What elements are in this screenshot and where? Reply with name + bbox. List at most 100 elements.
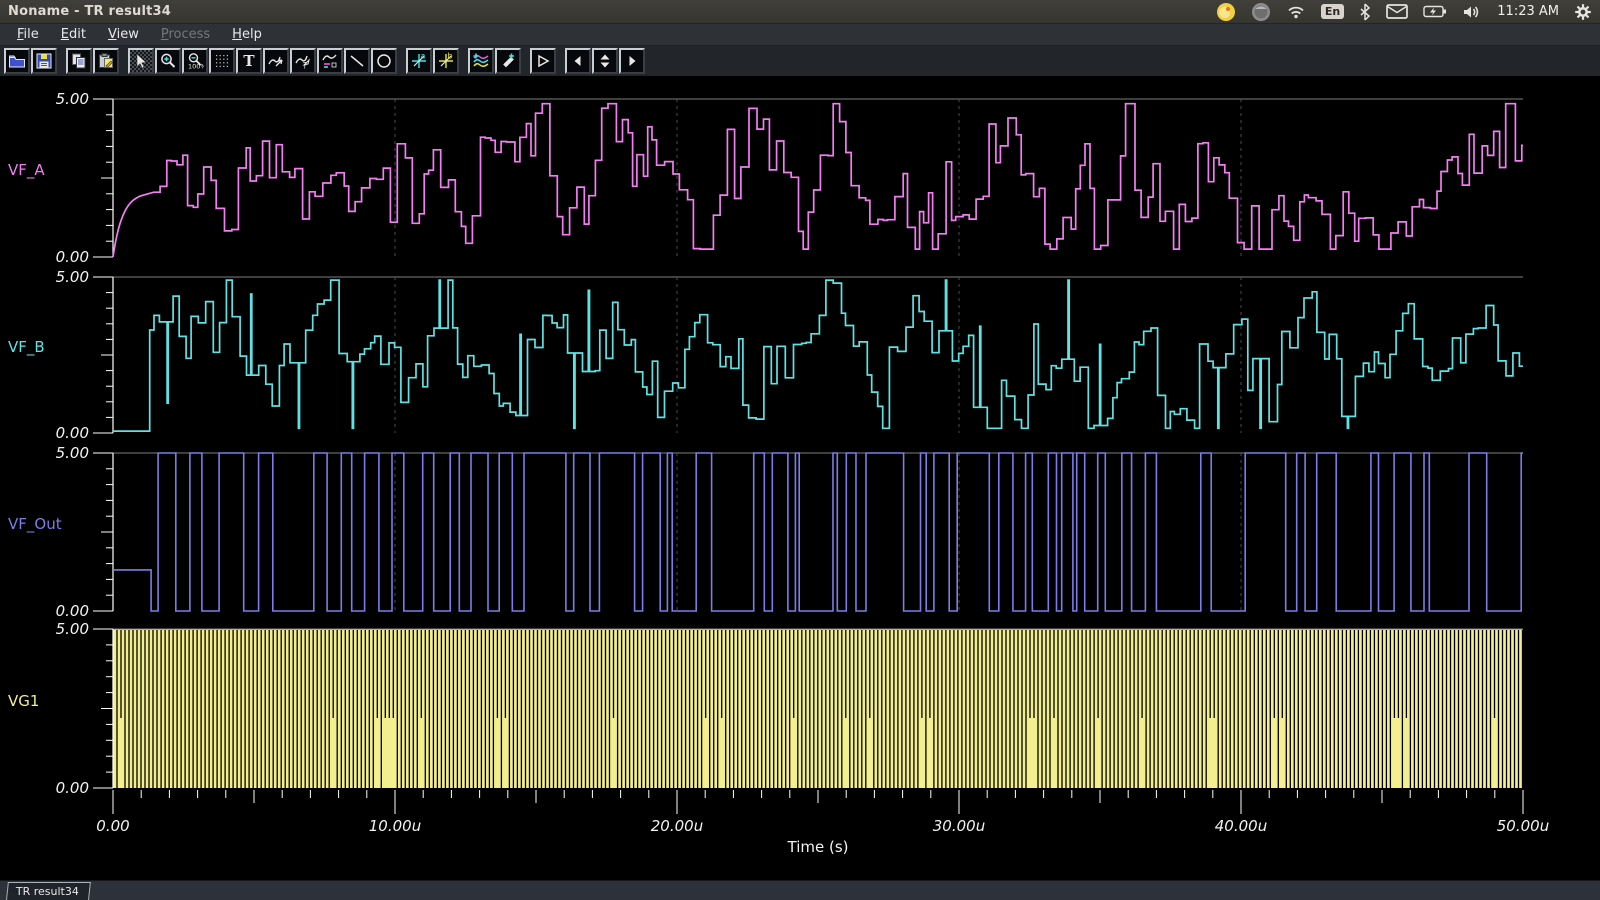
probe-icon bbox=[499, 52, 517, 70]
paste-icon bbox=[97, 52, 115, 70]
x-tick-label: 40.00u bbox=[1215, 817, 1267, 835]
y-label-bottom: 0.00 bbox=[56, 602, 89, 620]
curve-list-button[interactable] bbox=[317, 48, 343, 74]
menu-edit[interactable]: Edit bbox=[52, 26, 95, 43]
zoom-100-icon: 100% bbox=[186, 52, 204, 70]
y-label-top: 5.00 bbox=[56, 90, 89, 108]
toolbar-group bbox=[565, 48, 645, 74]
save-button[interactable] bbox=[31, 48, 57, 74]
arrow-right-icon bbox=[623, 52, 641, 70]
y-label-bottom: 0.00 bbox=[56, 424, 89, 442]
ellipse-tool-button[interactable] bbox=[371, 48, 397, 74]
toolbar-group: 100% T? bbox=[128, 48, 397, 74]
edit-curve-button[interactable] bbox=[263, 48, 289, 74]
curve-edit-icon bbox=[267, 52, 285, 70]
panel-VF_B: 5.00 0.00 VF_B bbox=[8, 268, 1523, 442]
svg-text:b: b bbox=[448, 52, 453, 61]
grid-icon bbox=[213, 52, 231, 70]
x-tick-label: 20.00u bbox=[651, 817, 703, 835]
y-label-bottom: 0.00 bbox=[56, 779, 89, 797]
add-curves-button[interactable] bbox=[468, 48, 494, 74]
probe-button[interactable] bbox=[495, 48, 521, 74]
arrow-left-icon bbox=[569, 52, 587, 70]
paste-button[interactable] bbox=[93, 48, 119, 74]
system-tray: En 11:23 AM bbox=[1216, 2, 1592, 22]
status-sphere-icon[interactable] bbox=[1251, 2, 1271, 22]
cursor-a-button[interactable]: a bbox=[406, 48, 432, 74]
floppy-icon bbox=[35, 52, 53, 70]
curve-list-icon bbox=[321, 52, 339, 70]
svg-text:T: T bbox=[243, 52, 255, 70]
zoom-in-button[interactable] bbox=[155, 48, 181, 74]
tab-label: TR result34 bbox=[16, 885, 79, 898]
copy-button[interactable] bbox=[66, 48, 92, 74]
trace-VG1 bbox=[114, 630, 1523, 789]
trace-VF_Out bbox=[113, 453, 1523, 611]
waveform-plot-area[interactable]: 5.000.00VF_A5.000.00VF_B5.000.00VF_Out5.… bbox=[0, 77, 1600, 880]
line-tool-button[interactable] bbox=[344, 48, 370, 74]
battery-icon[interactable] bbox=[1423, 5, 1447, 18]
x-tick-label: 10.00u bbox=[369, 817, 421, 835]
open-file-button[interactable] bbox=[4, 48, 30, 74]
waveform-canvas[interactable]: 5.000.00VF_A5.000.00VF_B5.000.00VF_Out5.… bbox=[0, 77, 1600, 883]
copy-icon bbox=[70, 52, 88, 70]
x-tick-label: 0.00 bbox=[96, 817, 129, 835]
mail-icon[interactable] bbox=[1386, 4, 1408, 19]
toolbar-group bbox=[4, 48, 57, 74]
cursor-icon bbox=[132, 52, 150, 70]
toolbar-group bbox=[468, 48, 521, 74]
run-icon bbox=[534, 52, 552, 70]
messenger-app-icon[interactable] bbox=[1216, 2, 1236, 22]
toolbar: 100%T?ab bbox=[0, 46, 1600, 77]
text-tool-button[interactable]: T bbox=[236, 48, 262, 74]
menu-view[interactable]: View bbox=[99, 26, 148, 43]
query-curve-button[interactable]: ? bbox=[290, 48, 316, 74]
select-cursor-button[interactable] bbox=[128, 48, 154, 74]
tab-tr-result34[interactable]: TR result34 bbox=[6, 882, 91, 900]
y-label-top: 5.00 bbox=[56, 268, 89, 286]
menu-file[interactable]: File bbox=[8, 26, 48, 43]
y-label-bottom: 0.00 bbox=[56, 248, 89, 266]
toolbar-group: ab bbox=[406, 48, 459, 74]
folder-icon bbox=[8, 52, 26, 70]
y-label-top: 5.00 bbox=[56, 444, 89, 462]
wifi-icon[interactable] bbox=[1286, 4, 1306, 20]
svg-text:a: a bbox=[421, 52, 426, 61]
signal-label-VF_B: VF_B bbox=[8, 338, 45, 357]
scroll-updown-button[interactable] bbox=[592, 48, 618, 74]
signal-label-VF_Out: VF_Out bbox=[8, 515, 62, 534]
curve-query-icon: ? bbox=[294, 52, 312, 70]
trace-VF_A bbox=[113, 104, 1523, 257]
keyboard-layout-badge[interactable]: En bbox=[1321, 4, 1344, 19]
session-gear-icon[interactable] bbox=[1574, 3, 1592, 21]
cursor-b-icon: b bbox=[437, 52, 455, 70]
scroll-left-button[interactable] bbox=[565, 48, 591, 74]
signal-label-VG1: VG1 bbox=[8, 692, 39, 710]
panel-VF_Out: 5.00 0.00 VF_Out bbox=[8, 444, 1523, 620]
window-title: Noname - TR result34 bbox=[8, 4, 171, 19]
menubar: FileEditViewProcessHelp bbox=[0, 24, 1600, 46]
bluetooth-icon[interactable] bbox=[1359, 3, 1371, 21]
x-axis-title: Time (s) bbox=[787, 838, 849, 856]
menu-help[interactable]: Help bbox=[223, 26, 271, 43]
text-tool-icon: T bbox=[240, 52, 258, 70]
panel-VG1: 5.000.00VG1 bbox=[8, 620, 1523, 797]
zoom-100-button[interactable]: 100% bbox=[182, 48, 208, 74]
trace-VF_B bbox=[113, 280, 1523, 431]
clock-text[interactable]: 11:23 AM bbox=[1497, 4, 1559, 19]
run-button[interactable] bbox=[530, 48, 556, 74]
panel-VF_A: 5.00 0.00 VF_A bbox=[8, 90, 1523, 266]
time-axis: 0.00 10.00u 20.00u 30.00u 40.00u 50.00u Time (… bbox=[96, 790, 1549, 856]
titlebar: Noname - TR result34 En 11:23 AM bbox=[0, 0, 1600, 24]
grid-toggle-button[interactable] bbox=[209, 48, 235, 74]
volume-icon[interactable] bbox=[1462, 4, 1482, 20]
ellipse-icon bbox=[375, 52, 393, 70]
signal-label-VF_A: VF_A bbox=[8, 161, 45, 180]
add-curves-icon bbox=[472, 52, 490, 70]
cursor-b-button[interactable]: b bbox=[433, 48, 459, 74]
x-tick-label: 50.00u bbox=[1497, 817, 1549, 835]
x-tick-label: 30.00u bbox=[933, 817, 985, 835]
toolbar-group bbox=[530, 48, 556, 74]
zoom-in-icon bbox=[159, 52, 177, 70]
scroll-right-button[interactable] bbox=[619, 48, 645, 74]
